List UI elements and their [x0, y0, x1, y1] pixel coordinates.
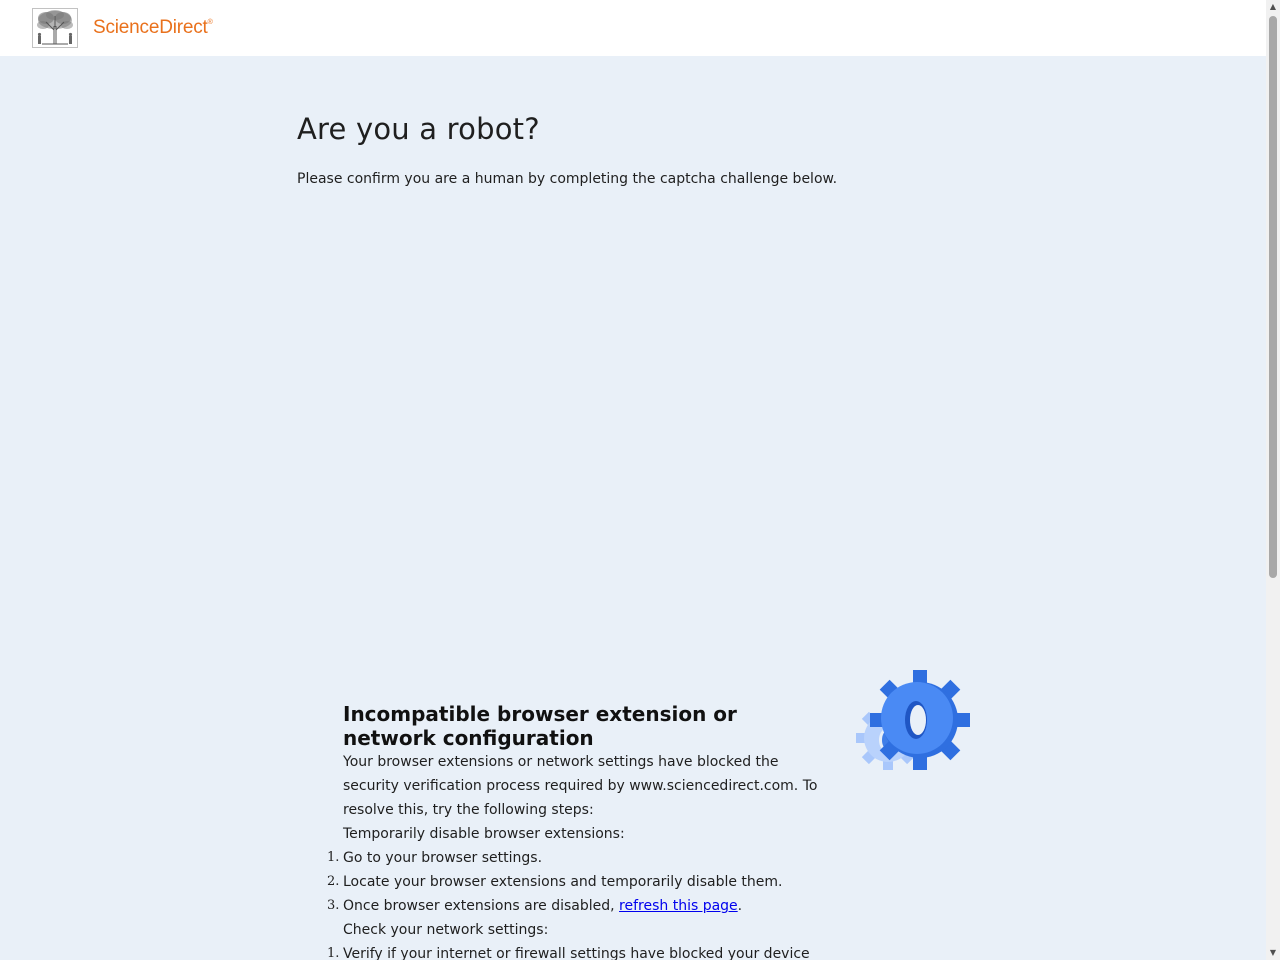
error-description: Your browser extensions or network setti…: [343, 754, 818, 818]
gears-icon: [856, 670, 970, 770]
sciencedirect-logo-link[interactable]: ScienceDirect®: [32, 8, 213, 48]
list-item: 3. Once browser extensions are disabled,…: [327, 898, 743, 914]
list-item: 2. Locate your browser extensions and te…: [327, 874, 783, 890]
scrollbar-thumb[interactable]: [1269, 16, 1277, 578]
site-header: ScienceDirect®: [0, 0, 1266, 56]
extension-steps-list: 1. Go to your browser settings. 2. Locat…: [327, 846, 833, 918]
brand-name: ScienceDirect®: [93, 17, 213, 38]
registered-mark: ®: [207, 19, 213, 26]
page-title: Are you a robot?: [297, 112, 540, 146]
list-item: 1. Verify if your internet or firewall s…: [327, 946, 810, 960]
error-title: Incompatible browser extension or networ…: [343, 702, 737, 750]
section-label-extensions: Temporarily disable browser extensions:: [343, 826, 625, 842]
error-panel: Incompatible browser extension or networ…: [327, 702, 833, 960]
network-steps-list: 1. Verify if your internet or firewall s…: [327, 942, 833, 960]
scroll-down-arrow-icon[interactable]: ▼: [1266, 946, 1280, 960]
page-scrollbar[interactable]: ▲ ▼: [1266, 0, 1280, 960]
scroll-up-arrow-icon[interactable]: ▲: [1266, 0, 1280, 14]
elsevier-tree-icon: [32, 8, 78, 48]
list-item: 1. Go to your browser settings.: [327, 850, 543, 866]
refresh-page-link[interactable]: refresh this page: [619, 898, 738, 914]
section-label-network: Check your network settings:: [343, 922, 549, 938]
intro-text: Please confirm you are a human by comple…: [297, 171, 838, 187]
